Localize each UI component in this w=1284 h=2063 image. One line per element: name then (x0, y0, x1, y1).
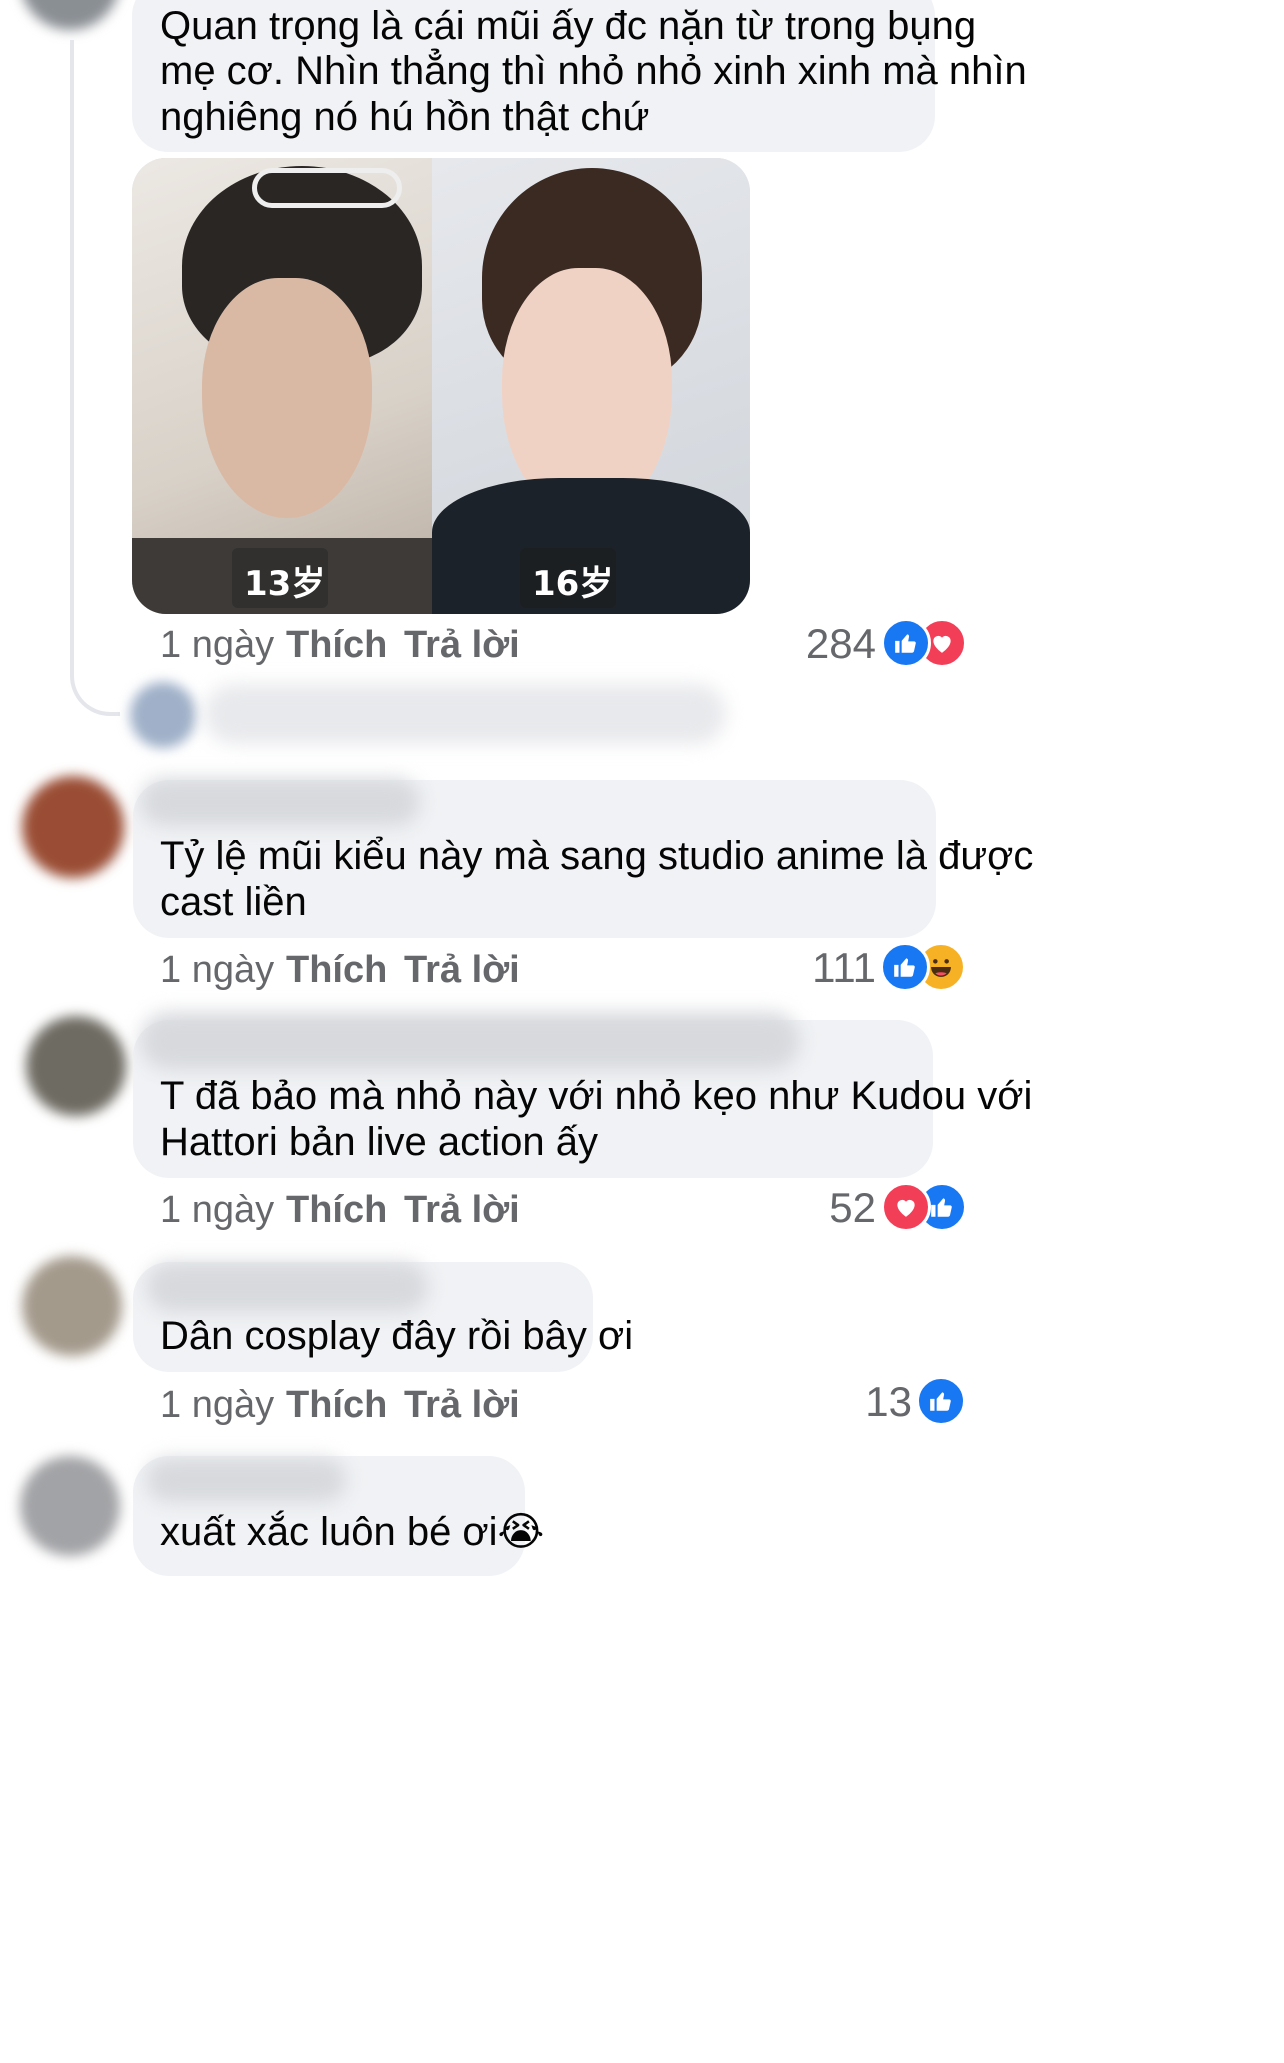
reply-button[interactable]: Trả lời (404, 1384, 520, 1427)
comment-time[interactable]: 1 ngày (160, 1189, 274, 1232)
reaction-count[interactable]: 13 (820, 1378, 912, 1426)
reaction-count[interactable]: 52 (780, 1184, 876, 1232)
face-shape (202, 278, 372, 518)
comment-text-line: nghiêng nó hú hồn thật chứ (160, 95, 650, 139)
comment-text-line: Hattori bản live action ấy (160, 1120, 599, 1164)
comment-text-line: Dân cosplay đây rồi bây ơi (160, 1314, 634, 1358)
comment-text-line: cast liền (160, 880, 307, 924)
thread-line-curve (70, 660, 120, 716)
comment-text-line: xuất xắc luôn bé ơi😭 (160, 1510, 545, 1554)
avatar[interactable] (22, 776, 124, 878)
like-button[interactable]: Thích (286, 949, 387, 992)
commenter-name-blurred[interactable] (146, 1262, 428, 1312)
avatar[interactable] (26, 1016, 126, 1116)
reply-preview-blurred[interactable] (204, 684, 726, 744)
like-button[interactable]: Thích (286, 1189, 387, 1232)
like-button[interactable]: Thích (286, 1384, 387, 1427)
photo-left-portrait (132, 158, 437, 614)
thread-line (70, 40, 74, 670)
comment-time[interactable]: 1 ngày (160, 624, 274, 667)
comment-photo[interactable]: 13岁 16岁 (132, 158, 750, 614)
like-reaction-icon (881, 618, 931, 668)
love-reaction-icon (881, 1182, 931, 1232)
comment-time[interactable]: 1 ngày (160, 949, 274, 992)
photo-right-portrait (432, 158, 750, 614)
age-label: 13岁 (244, 564, 326, 604)
age-label: 16岁 (532, 564, 614, 604)
commenter-name-blurred[interactable] (140, 778, 420, 826)
avatar[interactable] (20, 1456, 120, 1556)
comment-time[interactable]: 1 ngày (160, 1384, 274, 1427)
avatar[interactable] (22, 1256, 122, 1356)
reply-button[interactable]: Trả lời (404, 624, 520, 667)
sunglasses-shape (252, 168, 402, 208)
like-reaction-icon (916, 1376, 966, 1426)
like-reaction-icon (880, 942, 930, 992)
avatar[interactable] (20, 0, 120, 30)
reaction-count[interactable]: 111 (780, 944, 876, 992)
like-button[interactable]: Thích (286, 624, 387, 667)
reply-button[interactable]: Trả lời (404, 949, 520, 992)
commenter-name-blurred[interactable] (146, 1458, 346, 1502)
avatar[interactable] (130, 682, 196, 748)
reaction-count[interactable]: 284 (780, 620, 876, 668)
commenter-name-blurred[interactable] (140, 1012, 800, 1070)
reply-button[interactable]: Trả lời (404, 1189, 520, 1232)
